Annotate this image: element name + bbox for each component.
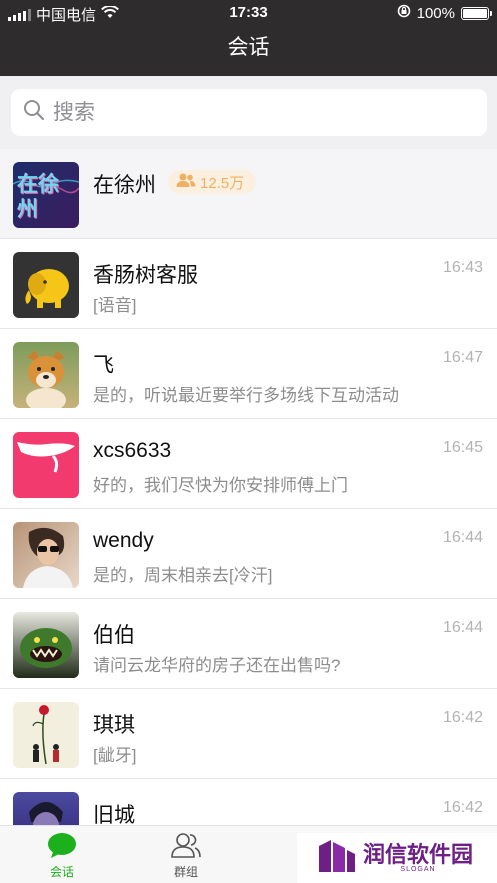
elephant-avatar [13, 252, 79, 318]
rose-avatar [13, 702, 79, 768]
conversation-row[interactable]: 琪琪 [龇牙] 16:42 [0, 689, 497, 779]
dog-avatar [13, 342, 79, 408]
search-icon [23, 99, 45, 126]
tab-label: 群组 [173, 865, 198, 879]
message-time: 16:42 [442, 799, 483, 816]
navigation-bar: 会话 [0, 26, 497, 76]
member-count-badge: 12.5万 [168, 170, 257, 194]
rotation-lock-icon [397, 4, 411, 22]
conversation-row[interactable]: 飞 是的，听说最近要举行多场线下互动活动 16:47 [0, 329, 497, 419]
message-time: 16:43 [442, 259, 483, 276]
last-message: 是的，周末相亲去[冷汗] [93, 566, 273, 585]
message-time: 16:44 [442, 529, 483, 546]
page-title: 会话 [227, 36, 270, 59]
group-name: 在徐州 [93, 174, 156, 197]
hand-avatar [13, 432, 79, 498]
search-section [0, 76, 497, 149]
woman-avatar [13, 522, 79, 588]
tab-label: 会话 [49, 865, 74, 879]
last-message: [语音] [93, 296, 137, 315]
chat-bubble-icon [47, 833, 77, 861]
group-avatar: 在徐州 [13, 162, 79, 228]
conversation-list[interactable]: 在徐州 在徐州 12.5万 香肠树客服 [语音] 16:43 飞 是的，听说最近… [0, 149, 497, 825]
contact-name: xcs6633 [93, 439, 172, 462]
last-message: 请问云龙华府的房子还在出售吗? [93, 656, 341, 675]
conversation-row[interactable]: 香肠树客服 [语音] 16:43 [0, 239, 497, 329]
conversation-row[interactable]: xcs6633 好的，我们尽快为你安排师傅上门 16:45 [0, 419, 497, 509]
conversation-row[interactable]: 伯伯 请问云龙华府的房子还在出售吗? 16:44 [0, 599, 497, 689]
tab-groups[interactable]: 群组 [141, 832, 231, 880]
message-time: 16:45 [442, 439, 483, 456]
last-message: 是的，听说最近要举行多场线下互动活动 [93, 386, 399, 405]
contact-name: wendy [93, 529, 154, 552]
search-input[interactable] [53, 100, 453, 125]
battery-percent: 100% [416, 4, 455, 22]
status-bar: 中国电信 17:33 100% [0, 0, 497, 26]
message-time: 16:44 [442, 619, 483, 636]
building-logo-icon [317, 838, 357, 879]
tab-conversations[interactable]: 会话 [17, 832, 107, 880]
conversation-row[interactable]: wendy 是的，周末相亲去[冷汗] 16:44 [0, 509, 497, 599]
conversation-row[interactable]: 旧城 16:42 [0, 779, 497, 825]
last-message: 好的，我们尽快为你安排师傅上门 [93, 476, 348, 495]
message-time: 16:42 [442, 709, 483, 726]
contact-name: 琪琪 [93, 714, 135, 737]
battery-icon [461, 6, 492, 20]
contact-name: 伯伯 [93, 624, 135, 647]
group-avatar-text: 在徐州 [17, 173, 59, 221]
group-icon [170, 833, 202, 861]
watermark-slogan: SLOGAN [400, 865, 436, 873]
member-count: 12.5万 [200, 174, 245, 192]
search-box[interactable] [11, 89, 487, 136]
last-message: [龇牙] [93, 746, 137, 765]
members-icon [176, 172, 196, 192]
boy-avatar [13, 792, 79, 825]
monster-avatar [13, 612, 79, 678]
watermark-logo: 润信软件园 SLOGAN [297, 833, 497, 883]
contact-name: 旧城 [93, 804, 135, 825]
contact-name: 飞 [93, 354, 114, 377]
contact-name: 香肠树客服 [93, 264, 198, 287]
message-time: 16:47 [442, 349, 483, 366]
watermark-text: 润信软件园 [363, 841, 474, 867]
group-row[interactable]: 在徐州 在徐州 12.5万 [0, 149, 497, 239]
